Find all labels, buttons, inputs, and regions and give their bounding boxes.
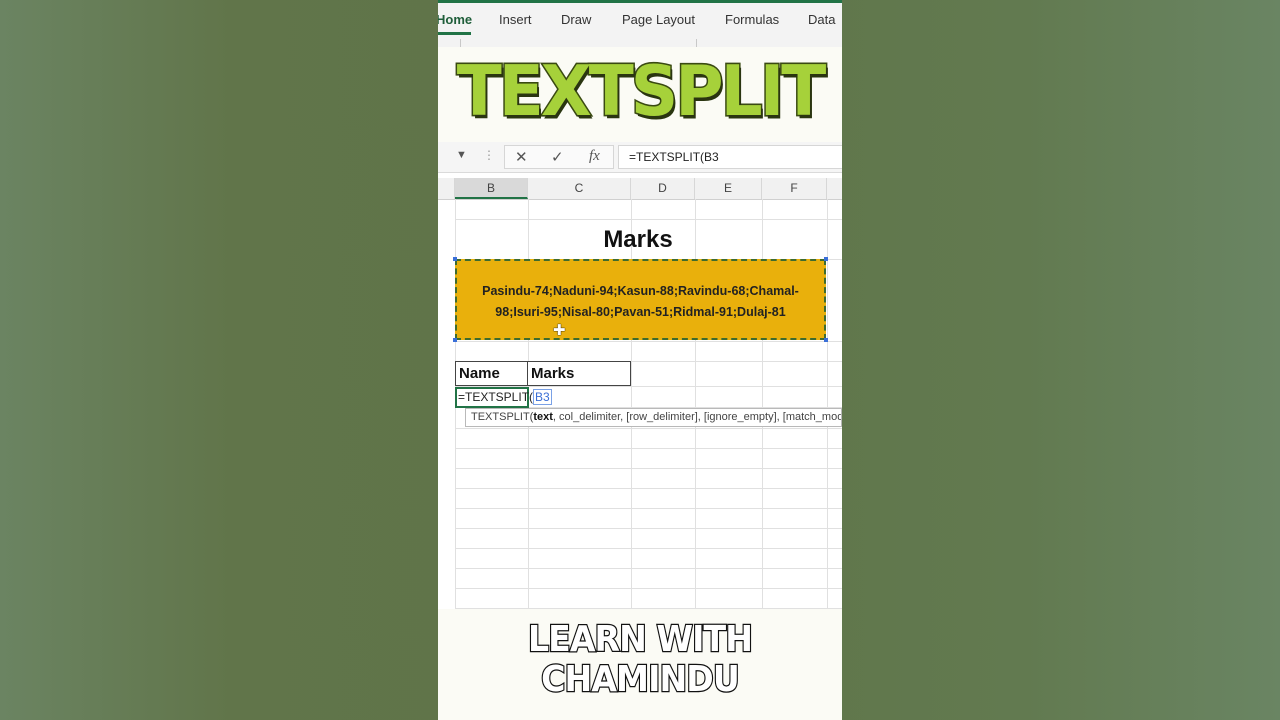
enter-icon[interactable]: ✓	[551, 148, 564, 166]
insert-function-icon[interactable]: fx	[589, 148, 600, 165]
active-cell-formula: =TEXTSPLIT(	[458, 390, 534, 404]
grid-line	[455, 341, 842, 342]
video-title: TEXTSPLIT	[455, 50, 828, 134]
tooltip-rest-args: , col_delimiter, [row_delimiter], [ignor…	[552, 411, 841, 423]
selection-handle[interactable]	[824, 257, 828, 261]
tab-insert[interactable]: Insert	[499, 12, 532, 27]
source-text-line-2: 98;Isuri-95;Nisal-80;Pavan-51;Ridmal-91;…	[495, 305, 786, 319]
source-text-line-1: Pasindu-74;Naduni-94;Kasun-88;Ravindu-68…	[482, 284, 799, 298]
active-cell-editor[interactable]: =TEXTSPLIT(B3	[455, 387, 552, 408]
grid-line	[455, 219, 842, 220]
tooltip-current-arg[interactable]: text	[533, 411, 553, 423]
selection-handle[interactable]	[453, 257, 457, 261]
grid-line	[455, 528, 842, 529]
more-options-icon[interactable]: ⋮	[483, 148, 495, 162]
caption-line-1: LEARN WITH	[527, 618, 754, 662]
column-header-b[interactable]: B	[455, 178, 528, 199]
active-tab-indicator	[438, 32, 471, 35]
formula-input[interactable]: =TEXTSPLIT(B3	[618, 145, 842, 169]
grid-line	[455, 488, 842, 489]
source-text-cell[interactable]: Pasindu-74;Naduni-94;Kasun-88;Ravindu-68…	[455, 259, 826, 340]
column-header-d[interactable]: D	[631, 178, 695, 199]
grid-line	[455, 428, 842, 429]
select-all-corner[interactable]	[438, 178, 455, 199]
tab-formulas[interactable]: Formulas	[725, 12, 779, 27]
grid-line	[455, 508, 842, 509]
selection-handle[interactable]	[453, 338, 457, 342]
header-cell-marks[interactable]: Marks	[527, 361, 631, 386]
grid-line	[455, 568, 842, 569]
sheet-heading[interactable]: Marks	[528, 226, 748, 254]
selection-handle[interactable]	[824, 338, 828, 342]
header-cell-name[interactable]: Name	[455, 361, 528, 386]
video-frame: Home Insert Draw Page Layout Formulas Da…	[438, 0, 842, 720]
caption-line-2: CHAMINDU	[540, 658, 741, 702]
cancel-icon[interactable]: ✕	[515, 148, 528, 166]
mouse-cursor-icon: ✚	[553, 322, 566, 339]
column-header-f[interactable]: F	[762, 178, 827, 199]
tooltip-function: TEXTSPLIT(	[471, 411, 534, 423]
formula-bar: ▼ ⋮ ✕ ✓ fx =TEXTSPLIT(B3	[438, 142, 842, 173]
column-header-e[interactable]: E	[695, 178, 762, 199]
namebox-dropdown-icon[interactable]: ▼	[456, 149, 467, 161]
cell-reference: B3	[533, 389, 552, 405]
function-signature-tooltip: TEXTSPLIT(text, col_delimiter, [row_deli…	[465, 408, 842, 427]
column-header-c[interactable]: C	[528, 178, 631, 199]
grid-line	[455, 468, 842, 469]
grid-line	[455, 448, 842, 449]
grid-line	[455, 548, 842, 549]
tab-page-layout[interactable]: Page Layout	[622, 12, 695, 27]
formula-buttons: ✕ ✓ fx	[504, 145, 614, 169]
tab-data[interactable]: Data	[808, 12, 835, 27]
title-banner: TEXTSPLIT	[438, 47, 842, 142]
grid-line	[455, 588, 842, 589]
ribbon-tabs: Home Insert Draw Page Layout Formulas Da…	[438, 0, 842, 49]
tab-home[interactable]: Home	[438, 12, 472, 27]
column-headers: B C D E F	[438, 178, 842, 200]
caption-area: LEARN WITH CHAMINDU	[438, 609, 842, 720]
tab-draw[interactable]: Draw	[561, 12, 591, 27]
